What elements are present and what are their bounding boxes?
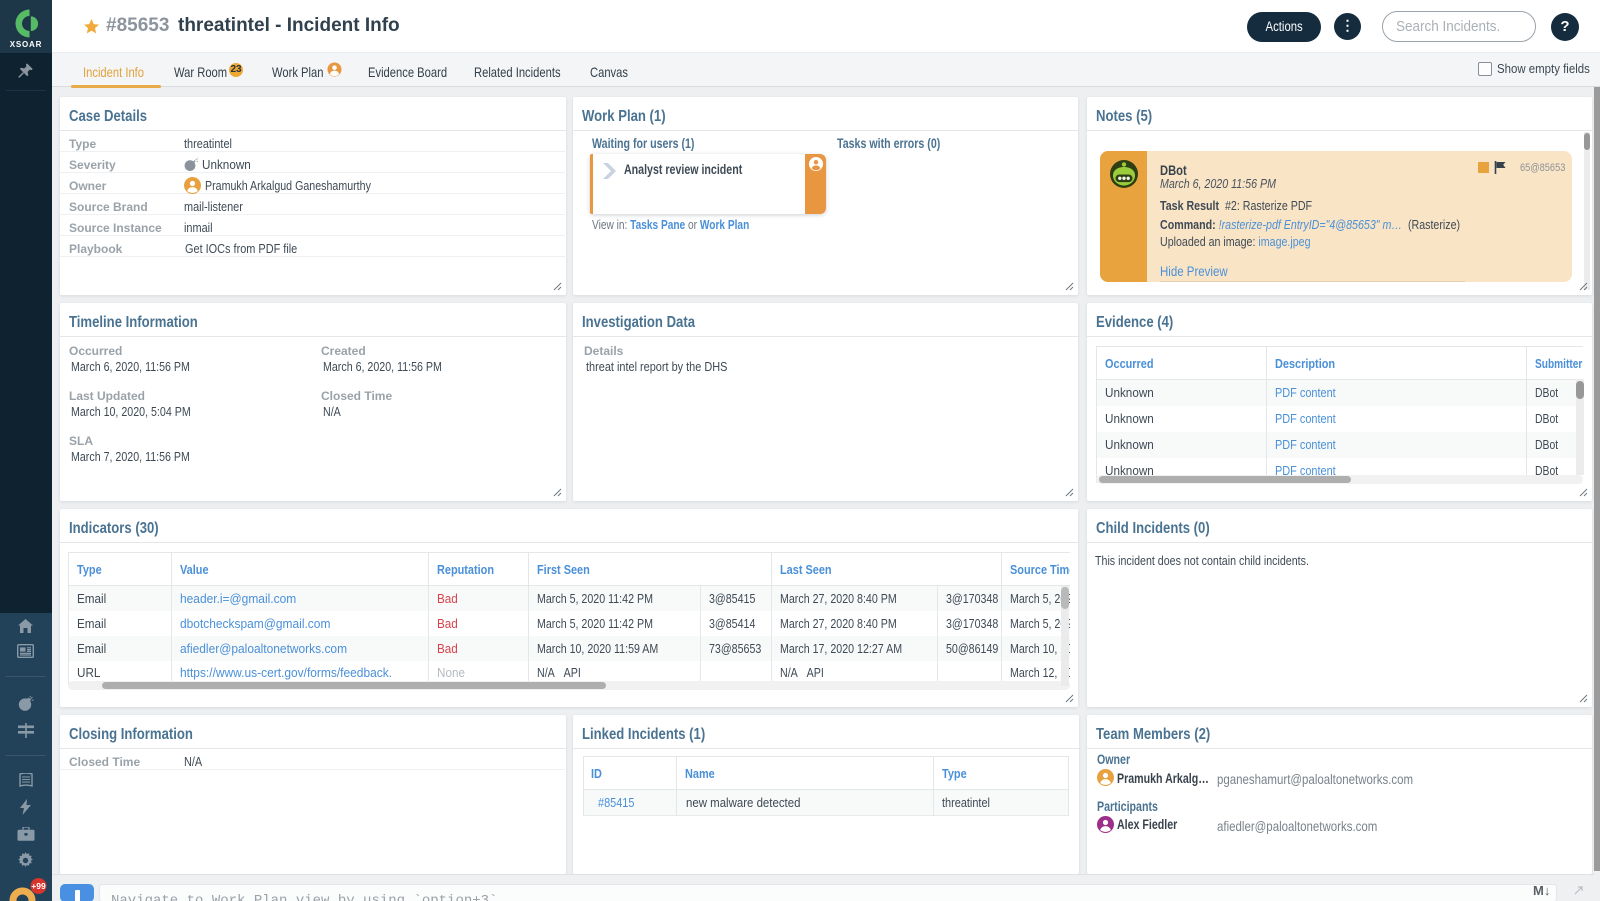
- svg-text:+99: +99: [31, 881, 46, 891]
